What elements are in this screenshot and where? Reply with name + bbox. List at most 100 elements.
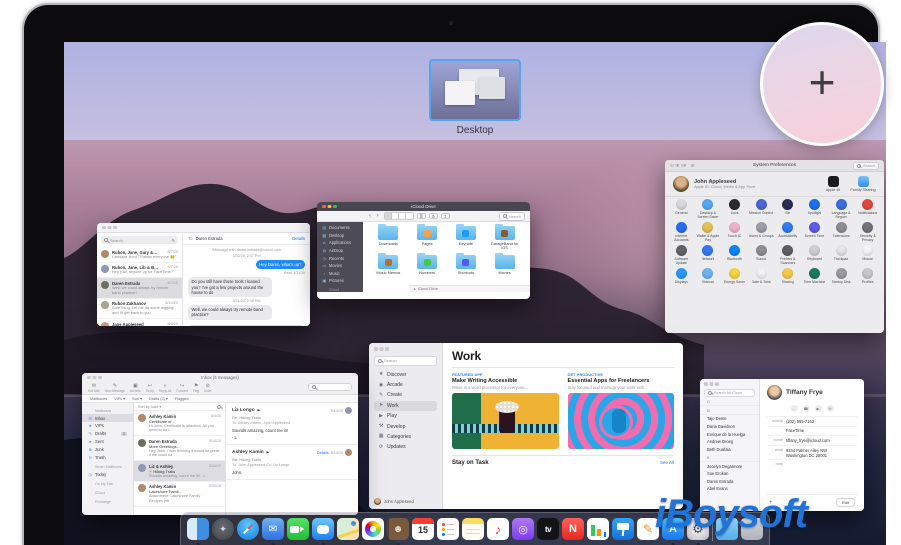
contacts-search-input[interactable]: Search All iCloud <box>704 389 755 397</box>
share-button[interactable]: ↥ <box>441 213 450 219</box>
preference-pane-button[interactable]: Displays <box>668 268 695 288</box>
toolbar-button[interactable]: ⊘Mute <box>204 384 211 393</box>
mailbox-item[interactable]: Smart Mailboxes <box>82 463 133 470</box>
see-all-link[interactable]: See All <box>660 460 674 465</box>
sidebar-item[interactable]: AApplications <box>317 239 363 247</box>
Rubon, Jane, Gary &…[interactable]: Rubon, Jane, Gary &…8/7/20 Candace liked… <box>97 247 182 263</box>
preference-pane-button[interactable]: Software Update <box>668 245 695 265</box>
add-space-callout[interactable]: + <box>760 22 884 146</box>
filter-button[interactable]: VIPs ▾ <box>114 396 125 401</box>
app-store-nav-item[interactable]: ▦Categories <box>374 432 437 442</box>
filter-button[interactable]: Mailboxes <box>90 397 107 401</box>
preference-pane-button[interactable]: Language & Region <box>828 199 855 219</box>
filter-button[interactable]: Sort ▾ <box>132 396 142 401</box>
mailbox-item[interactable]: ➤Sent <box>82 438 133 446</box>
contact-row[interactable]: Enrique de la Huelga <box>700 430 759 438</box>
featured-card[interactable]: FEATURED APP Make Writing Accessible Wri… <box>452 373 559 449</box>
preference-pane-button[interactable]: Trackpad <box>828 245 855 265</box>
toolbar-button[interactable]: ▣Archive <box>130 384 141 393</box>
mailbox-item[interactable]: ⊖Trash <box>82 453 133 461</box>
apple-id-button[interactable]: Apple ID <box>820 176 846 192</box>
call-action-button[interactable]: ☎ <box>803 405 810 412</box>
details-link[interactable]: Details <box>317 450 329 455</box>
contact-row[interactable]: Andrew Droeg <box>700 438 759 446</box>
preference-pane-button[interactable]: Bluetooth <box>721 245 748 265</box>
mailbox-item[interactable]: ◷Today <box>82 470 133 478</box>
mailbox-item[interactable]: ⊗Junk <box>82 445 133 453</box>
toolbar-button[interactable]: «Reply All <box>159 384 171 393</box>
finder-search-input[interactable]: Search <box>499 212 525 221</box>
filter-icon[interactable] <box>217 405 221 409</box>
edit-button[interactable]: Edit <box>836 498 855 507</box>
toolbar-button[interactable]: ↩Reply <box>146 384 154 393</box>
mailbox-item[interactable]: Mailboxes <box>82 408 133 415</box>
contact-row[interactable]: Beth Duafala <box>700 446 759 454</box>
dock-notes-icon[interactable] <box>462 518 484 540</box>
toolbar-button[interactable]: ↪Forward <box>176 384 188 393</box>
sidebar-item[interactable]: ▤Documents <box>317 224 363 232</box>
video-action-button[interactable]: ▶ <box>815 405 822 412</box>
mailbox-item[interactable]: iCloud <box>82 490 133 497</box>
preference-pane-button[interactable]: General <box>668 199 695 219</box>
dock-launchpad-icon[interactable] <box>212 518 234 540</box>
mail-list-row[interactable]: Daren Estrada5/14/20 ⚑ More Greetings… H… <box>134 436 225 461</box>
folder-item[interactable]: Downloads <box>369 226 408 250</box>
family-sharing-button[interactable]: Family Sharing <box>850 176 876 192</box>
mail-list-row[interactable]: Ashley Kamin2/20/18 ⚑ Lakeshore Famil… A… <box>134 482 225 507</box>
traffic-lights-icon[interactable] <box>704 382 708 386</box>
app-store-nav-item[interactable]: ➤Work <box>374 401 437 411</box>
dock-keynote-icon[interactable] <box>612 518 634 540</box>
contact-row[interactable]: Jocelyn Degatmore <box>700 462 759 470</box>
contact-row[interactable]: E <box>700 455 759 463</box>
contact-row[interactable]: Sue Erokan <box>700 470 759 478</box>
preference-pane-button[interactable]: Startup Disk <box>828 268 855 288</box>
dock-calendar-icon[interactable]: 15 <box>412 518 434 540</box>
preference-pane-button[interactable]: Profiles <box>854 268 881 288</box>
folder-item[interactable]: Shortcuts <box>447 255 486 275</box>
compose-icon[interactable]: ✎ <box>172 238 175 243</box>
imessage-input[interactable]: iMessage☺ <box>188 325 305 327</box>
finder-window[interactable]: iCloud Drive ‹ › ≣ ⚙ ↥ Search ▤Documents <box>317 202 530 299</box>
app-store-nav-item[interactable]: ▶Play <box>374 411 437 421</box>
sidebar-item[interactable]: ♪Music <box>317 270 363 278</box>
app-store-nav-item[interactable]: ⚒Develop <box>374 421 437 431</box>
sidebar-item[interactable]: ▦Desktop <box>317 232 363 240</box>
mail-list-row[interactable]: Liz & Ashley5/14/20 ⚑ Hiking Trails Soun… <box>134 461 225 482</box>
mailbox-item[interactable]: ✎Drafts2 <box>82 430 133 438</box>
dock-photos-icon[interactable] <box>362 518 384 540</box>
mailbox-item[interactable]: On My Mac <box>82 481 133 488</box>
dock-tv-icon[interactable] <box>537 518 559 540</box>
preference-pane-button[interactable]: Sound <box>748 245 775 265</box>
desktop-space-thumbnail[interactable] <box>429 59 521 121</box>
dock-mail-icon[interactable] <box>262 518 284 540</box>
preference-pane-button[interactable]: Extensions <box>828 222 855 242</box>
app-store-nav-item[interactable]: ◉Arcade <box>374 380 437 390</box>
mail-window[interactable]: Inbox (5 messages) ✉Get Mail ✎New Messag… <box>82 373 358 515</box>
preference-pane-button[interactable]: Users & Groups <box>748 222 775 242</box>
preference-pane-button[interactable]: Mission Control <box>748 199 775 219</box>
dock-maps-icon[interactable] <box>337 518 359 540</box>
filter-button[interactable]: Flagged <box>175 397 189 401</box>
dock-messages-icon[interactable] <box>312 518 334 540</box>
sidebar-item[interactable]: ▭Movies <box>317 262 363 270</box>
preference-pane-button[interactable]: Printers & Scanners <box>775 245 802 265</box>
preference-pane-button[interactable]: Sharing <box>775 268 802 288</box>
dock-safari-icon[interactable] <box>237 518 259 540</box>
preference-pane-button[interactable]: Desktop & Screen Saver <box>695 199 722 219</box>
dock-music-icon[interactable] <box>487 518 509 540</box>
sidebar-item[interactable]: ◷Recents <box>317 254 363 262</box>
preference-pane-button[interactable]: Keyboard <box>801 245 828 265</box>
details-link[interactable]: Details <box>292 236 305 241</box>
back-forward-buttons[interactable]: ‹ › <box>369 213 381 219</box>
dock-news-icon[interactable] <box>562 518 584 540</box>
preference-pane-button[interactable]: Screen Time <box>801 222 828 242</box>
contact-row[interactable]: C <box>700 399 759 407</box>
Daren Estrada[interactable]: Daren Estrada8/7/20 Well, we could alway… <box>97 278 182 298</box>
folder-item[interactable]: Movies <box>485 255 524 275</box>
sort-label[interactable]: Sort by Date ▾ <box>138 405 161 409</box>
messages-search-input[interactable]: Search✎ <box>101 236 178 244</box>
sidebar-item[interactable]: ▣Pictures <box>317 277 363 285</box>
preference-pane-button[interactable]: Siri <box>775 199 802 219</box>
dock-reminders-icon[interactable] <box>437 518 459 540</box>
dock-podcasts-icon[interactable] <box>512 518 534 540</box>
